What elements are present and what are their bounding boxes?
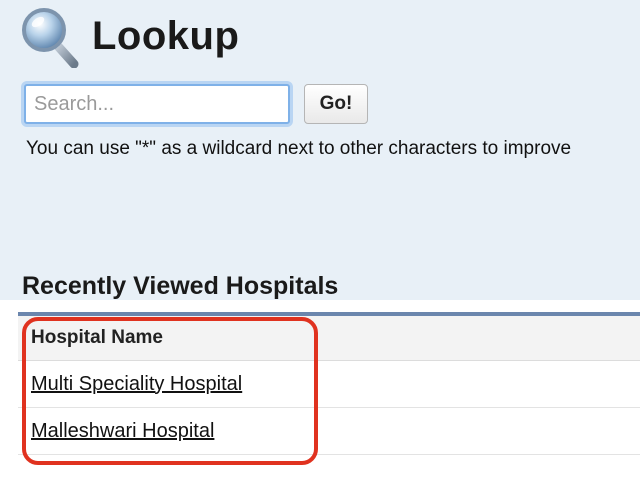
search-input[interactable]: [24, 84, 290, 124]
magnifier-icon: [22, 8, 79, 68]
table-row: Multi Speciality Hospital: [18, 361, 640, 408]
wildcard-hint: You can use "*" as a wildcard next to ot…: [26, 138, 572, 159]
go-button[interactable]: Go!: [304, 84, 368, 124]
recent-hospitals-table: Hospital Name Multi Speciality Hospital …: [18, 312, 640, 455]
search-row: Go!: [24, 84, 368, 124]
page-header: Lookup: [20, 4, 239, 68]
page-title: Lookup: [92, 13, 240, 58]
column-header-hospital-name: Hospital Name: [18, 316, 640, 361]
table-row: Malleshwari Hospital: [18, 408, 640, 455]
lookup-page: Lookup Go! You can use "*" as a wildcard…: [0, 0, 640, 490]
recently-viewed-title: Recently Viewed Hospitals: [22, 272, 339, 300]
hospital-link[interactable]: Multi Speciality Hospital: [31, 373, 242, 396]
hospital-link[interactable]: Malleshwari Hospital: [31, 420, 214, 443]
